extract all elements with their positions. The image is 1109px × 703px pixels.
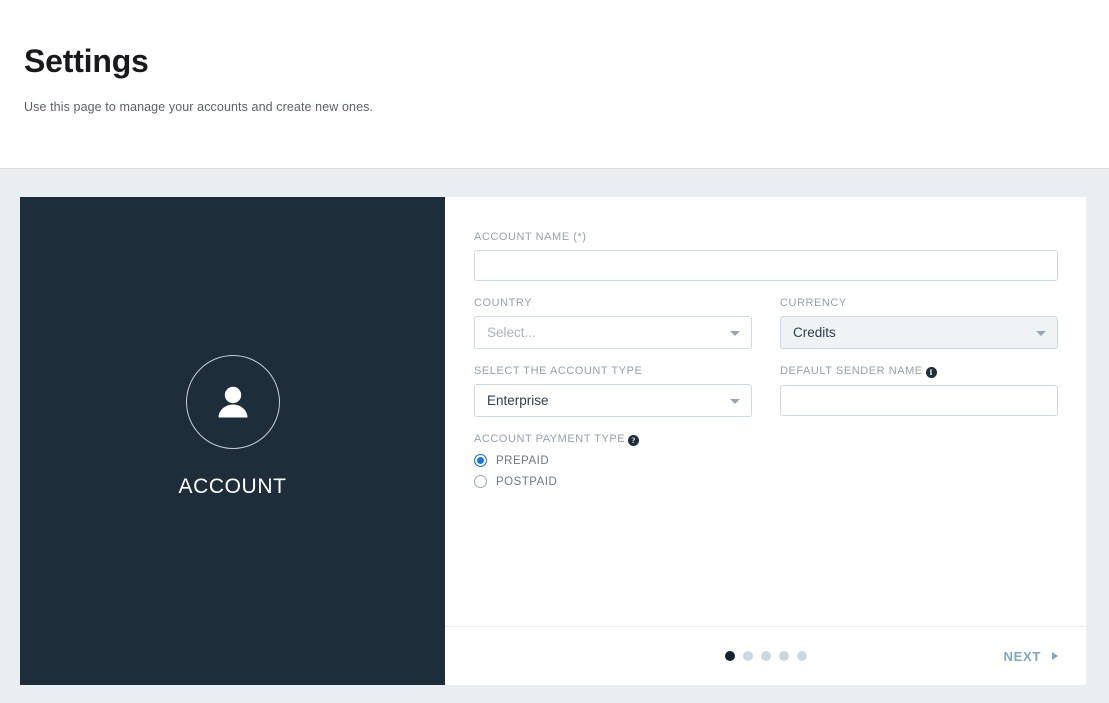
- chevron-down-icon: [730, 398, 740, 404]
- user-icon: [209, 378, 257, 426]
- account-name-input[interactable]: [474, 250, 1058, 281]
- currency-select[interactable]: Credits: [780, 316, 1058, 349]
- step-indicator: [724, 651, 807, 661]
- account-form-body: ACCOUNT NAME (*) COUNTRY Select... CURRE…: [445, 197, 1086, 626]
- account-form: ACCOUNT NAME (*) COUNTRY Select... CURRE…: [445, 197, 1086, 685]
- help-icon[interactable]: ?: [628, 435, 640, 446]
- step-dot-3[interactable]: [760, 651, 771, 661]
- radio-postpaid-label: POSTPAID: [496, 475, 558, 488]
- field-country: COUNTRY Select...: [474, 297, 752, 349]
- chevron-down-icon: [730, 330, 740, 336]
- field-currency: CURRENCY Credits: [780, 297, 1058, 349]
- account-type-select[interactable]: Enterprise: [474, 384, 752, 417]
- row-type-sender: SELECT THE ACCOUNT TYPE Enterprise DEFAU…: [474, 365, 1058, 433]
- step-dot-2[interactable]: [742, 651, 753, 661]
- row-country-currency: COUNTRY Select... CURRENCY Credits: [474, 297, 1058, 365]
- field-account-name: ACCOUNT NAME (*): [474, 231, 1058, 281]
- radio-postpaid-mark[interactable]: [474, 475, 487, 488]
- sender-name-input[interactable]: [780, 385, 1058, 416]
- page-header: Settings Use this page to manage your ac…: [0, 0, 1109, 169]
- radio-postpaid[interactable]: POSTPAID: [474, 475, 1058, 488]
- country-select[interactable]: Select...: [474, 316, 752, 349]
- account-name-label: ACCOUNT NAME (*): [474, 231, 587, 243]
- step-dot-1[interactable]: [724, 651, 735, 661]
- step-dot-5[interactable]: [796, 651, 807, 661]
- sender-name-label: DEFAULT SENDER NAME i: [780, 365, 1058, 378]
- field-sender-name: DEFAULT SENDER NAME i: [780, 365, 1058, 417]
- account-type-label: SELECT THE ACCOUNT TYPE: [474, 365, 643, 377]
- account-side-panel: ACCOUNT: [20, 197, 445, 685]
- arrow-right-icon: [1052, 652, 1058, 660]
- field-account-type: SELECT THE ACCOUNT TYPE Enterprise: [474, 365, 752, 417]
- field-payment-type: ACCOUNT PAYMENT TYPE? PREPAID POSTPAID: [474, 433, 1058, 488]
- avatar: [185, 355, 280, 449]
- radio-prepaid-label: PREPAID: [496, 454, 550, 467]
- next-button-label: NEXT: [1003, 648, 1041, 664]
- next-button[interactable]: NEXT: [1004, 649, 1058, 664]
- currency-label: CURRENCY: [780, 297, 847, 309]
- currency-select-value: Credits: [793, 325, 836, 340]
- info-icon[interactable]: i: [925, 367, 937, 378]
- country-select-value: Select...: [487, 325, 536, 340]
- account-type-select-value: Enterprise: [487, 393, 549, 408]
- step-dot-4[interactable]: [778, 651, 789, 661]
- chevron-down-icon: [1036, 330, 1046, 336]
- payment-type-label: ACCOUNT PAYMENT TYPE?: [474, 433, 1058, 446]
- payment-type-label-text: ACCOUNT PAYMENT TYPE: [474, 433, 626, 445]
- page-title: Settings: [24, 43, 149, 79]
- card-footer: NEXT: [445, 626, 1086, 685]
- radio-prepaid-mark[interactable]: [474, 454, 487, 467]
- account-side-panel-label: ACCOUNT: [178, 475, 287, 498]
- radio-prepaid[interactable]: PREPAID: [474, 454, 1058, 467]
- account-setup-card: ACCOUNT ACCOUNT NAME (*) COUNTRY Select.…: [20, 197, 1086, 685]
- sender-name-label-text: DEFAULT SENDER NAME: [780, 365, 923, 377]
- page-subtitle: Use this page to manage your accounts an…: [24, 100, 374, 115]
- country-label: COUNTRY: [474, 297, 533, 309]
